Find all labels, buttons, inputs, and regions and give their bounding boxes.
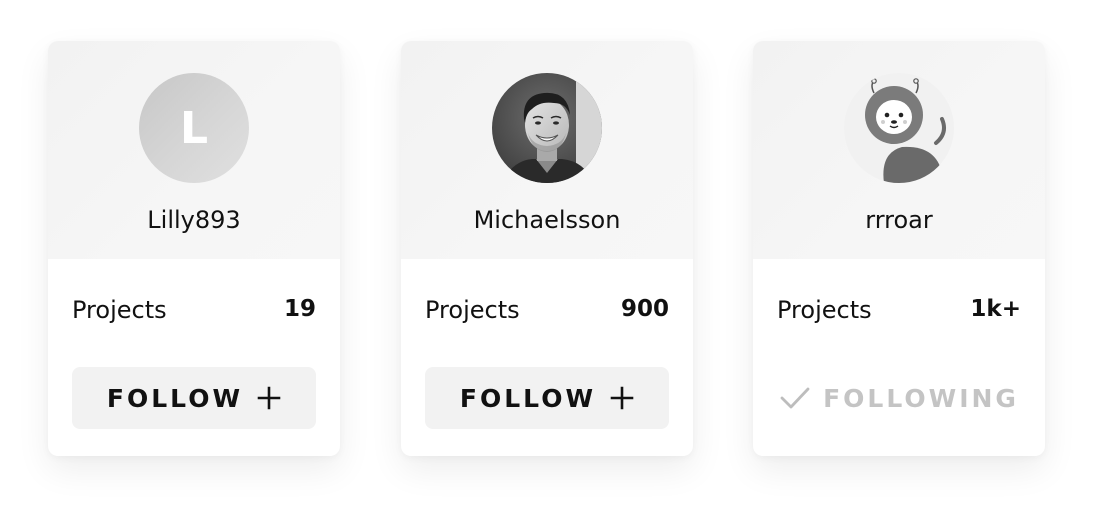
follow-button[interactable]: FOLLOW [425,367,669,429]
profile-photo-icon [492,73,602,183]
projects-count: 1k+ [970,296,1021,322]
follow-button[interactable]: FOLLOW [72,367,316,429]
plus-icon [257,386,281,410]
plus-icon [610,386,634,410]
projects-count: 19 [283,296,316,322]
follow-button-label: FOLLOW [106,383,244,413]
username[interactable]: Lilly893 [48,206,340,234]
following-button-label: FOLLOWING [823,383,1019,413]
projects-label: Projects [72,296,167,324]
user-card-rrroar: rrroar Projects 1k+ FOLLOWING [753,41,1045,456]
avatar-initial: L [179,102,209,154]
projects-count: 900 [620,296,669,322]
user-card-michaelsson: Michaelsson Projects 900 FOLLOW [401,41,693,456]
avatar[interactable] [844,73,954,183]
avatar[interactable] [492,73,602,183]
following-button[interactable]: FOLLOWING [777,367,1021,429]
user-card-lilly893: L Lilly893 Projects 19 FOLLOW [48,41,340,456]
lion-mascot-icon [844,73,954,183]
avatar[interactable]: L [139,73,249,183]
projects-label: Projects [777,296,872,324]
user-cards-row: L Lilly893 Projects 19 FOLLOW Michaelsso… [0,0,1102,508]
check-icon [780,387,810,409]
projects-label: Projects [425,296,520,324]
username[interactable]: rrroar [753,206,1045,234]
username[interactable]: Michaelsson [401,206,693,234]
follow-button-label: FOLLOW [459,383,597,413]
